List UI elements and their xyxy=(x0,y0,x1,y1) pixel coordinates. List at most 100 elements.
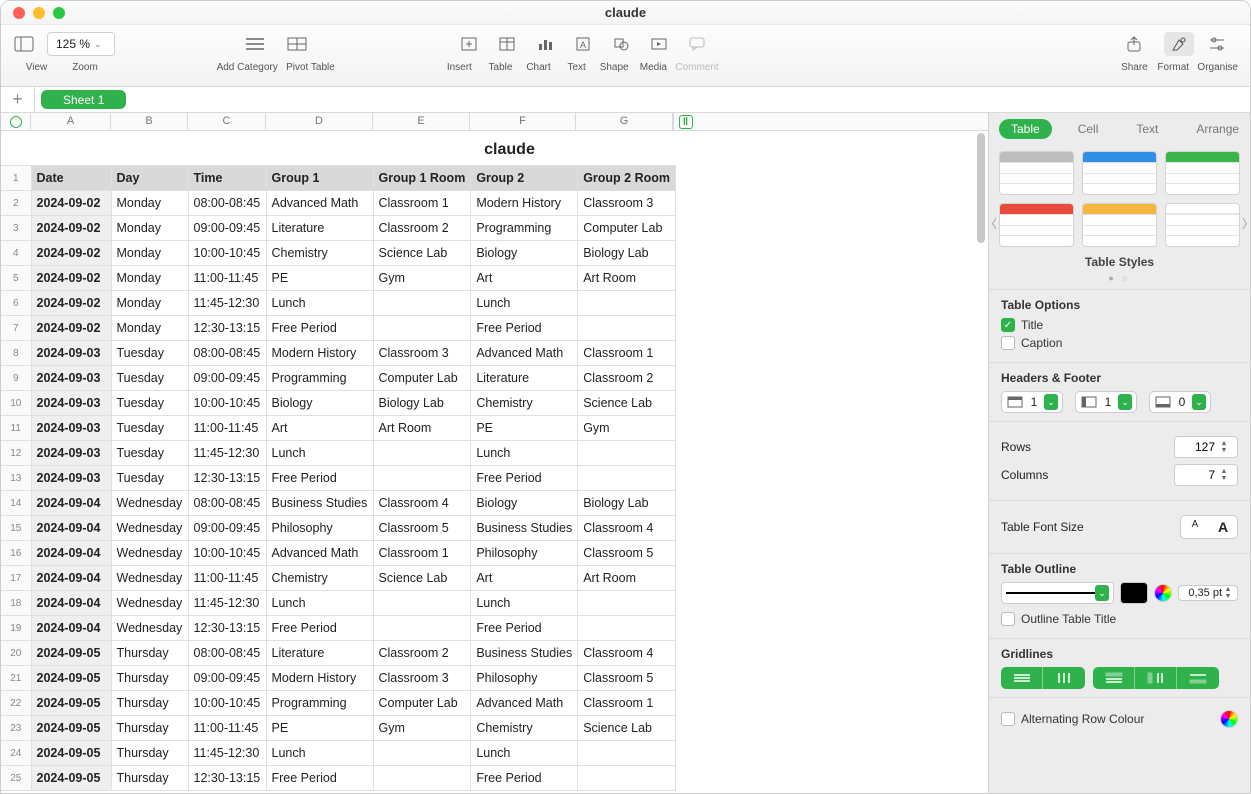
table-cell[interactable]: Art Room xyxy=(578,566,676,591)
media-button[interactable] xyxy=(644,32,674,56)
table-cell[interactable]: Lunch xyxy=(471,591,578,616)
column-header[interactable]: G xyxy=(576,113,673,130)
table-cell[interactable]: Lunch xyxy=(266,441,373,466)
table-style-blue[interactable] xyxy=(1082,151,1157,195)
row-number[interactable]: 10 xyxy=(1,391,31,416)
table-cell[interactable]: 2024-09-02 xyxy=(31,216,111,241)
table-cell[interactable]: Lunch xyxy=(471,441,578,466)
table-cell[interactable]: Classroom 4 xyxy=(578,641,676,666)
table-cell[interactable]: Classroom 4 xyxy=(578,516,676,541)
table-cell[interactable]: 2024-09-03 xyxy=(31,391,111,416)
table-cell[interactable]: 08:00-08:45 xyxy=(188,341,266,366)
table-cell[interactable]: PE xyxy=(471,416,578,441)
table-header-cell[interactable]: Day xyxy=(111,166,188,191)
table-cell[interactable]: Chemistry xyxy=(266,566,373,591)
table-cell[interactable]: Free Period xyxy=(266,316,373,341)
table-cell[interactable] xyxy=(578,466,676,491)
zoom-window[interactable] xyxy=(53,7,65,19)
row-number[interactable]: 8 xyxy=(1,341,31,366)
table-cell[interactable] xyxy=(373,766,471,791)
table-cell[interactable]: 2024-09-03 xyxy=(31,416,111,441)
table-cell[interactable]: 2024-09-03 xyxy=(31,466,111,491)
table-cell[interactable]: Classroom 1 xyxy=(578,341,676,366)
row-number[interactable]: 19 xyxy=(1,616,31,641)
table-cell[interactable]: Monday xyxy=(111,241,188,266)
table-cell[interactable]: Modern History xyxy=(266,666,373,691)
table-cell[interactable]: 2024-09-04 xyxy=(31,591,111,616)
table-cell[interactable]: 2024-09-05 xyxy=(31,641,111,666)
table-cell[interactable]: Tuesday xyxy=(111,416,188,441)
vertical-scrollbar[interactable] xyxy=(974,131,988,793)
alt-row-color-wheel[interactable] xyxy=(1220,710,1238,728)
table-header-cell[interactable]: Group 1 xyxy=(266,166,373,191)
table-cell[interactable]: Monday xyxy=(111,291,188,316)
row-number[interactable]: 11 xyxy=(1,416,31,441)
table-cell[interactable]: Science Lab xyxy=(373,566,471,591)
styles-prev[interactable]: 〈 xyxy=(988,215,997,232)
table-cell[interactable]: 09:00-09:45 xyxy=(188,216,266,241)
row-number[interactable]: 25 xyxy=(1,766,31,791)
column-header[interactable]: A xyxy=(31,113,111,130)
comment-button[interactable] xyxy=(682,32,712,56)
column-header[interactable]: B xyxy=(111,113,188,130)
table-cell[interactable]: Classroom 1 xyxy=(578,691,676,716)
table-cell[interactable]: Tuesday xyxy=(111,366,188,391)
table-cell[interactable]: Wednesday xyxy=(111,491,188,516)
table-cell[interactable]: Classroom 3 xyxy=(373,666,471,691)
table-header-cell[interactable]: Date xyxy=(31,166,111,191)
table-cell[interactable]: 2024-09-02 xyxy=(31,266,111,291)
table-cell[interactable]: Art Room xyxy=(578,266,676,291)
pivot-table-button[interactable] xyxy=(280,32,314,56)
table-header-cell[interactable]: Group 2 Room xyxy=(578,166,676,191)
table-cell[interactable]: 09:00-09:45 xyxy=(188,366,266,391)
table-style-gray[interactable] xyxy=(999,151,1074,195)
table-cell[interactable]: Biology Lab xyxy=(578,491,676,516)
table-cell[interactable]: 12:30-13:15 xyxy=(188,466,266,491)
text-button[interactable]: A xyxy=(568,32,598,56)
styles-next[interactable]: 〉 xyxy=(1242,215,1250,232)
table-cell[interactable]: Thursday xyxy=(111,716,188,741)
chart-button[interactable] xyxy=(530,32,560,56)
column-header[interactable]: D xyxy=(266,113,373,130)
styles-page-dots[interactable]: ● ○ xyxy=(999,273,1240,283)
row-number[interactable]: 21 xyxy=(1,666,31,691)
table-cell[interactable]: Science Lab xyxy=(578,391,676,416)
table-cell[interactable]: Biology xyxy=(471,241,578,266)
gridlines-header-v[interactable] xyxy=(1135,667,1177,689)
table-cell[interactable]: 11:45-12:30 xyxy=(188,441,266,466)
table-cell[interactable] xyxy=(373,591,471,616)
table-cell[interactable]: Programming xyxy=(266,691,373,716)
table-cell[interactable]: Advanced Math xyxy=(266,541,373,566)
column-header[interactable]: E xyxy=(373,113,470,130)
columns-stepper[interactable]: ▲▼ xyxy=(1174,464,1238,486)
add-column-button[interactable]: ‖ xyxy=(673,113,697,130)
table-cell[interactable]: Free Period xyxy=(471,316,578,341)
table-cell[interactable]: 2024-09-04 xyxy=(31,491,111,516)
table-cell[interactable]: Thursday xyxy=(111,641,188,666)
table-cell[interactable]: 10:00-10:45 xyxy=(188,241,266,266)
table-cell[interactable]: Lunch xyxy=(471,741,578,766)
row-number[interactable]: 13 xyxy=(1,466,31,491)
table-cell[interactable] xyxy=(578,441,676,466)
table-cell[interactable]: 2024-09-04 xyxy=(31,541,111,566)
outline-style-select[interactable]: ⌄ xyxy=(1001,582,1114,604)
inspector-tab-table[interactable]: Table xyxy=(999,119,1052,139)
table-cell[interactable]: 11:00-11:45 xyxy=(188,716,266,741)
row-number[interactable]: 15 xyxy=(1,516,31,541)
table-cell[interactable]: Free Period xyxy=(471,616,578,641)
table-cell[interactable]: Wednesday xyxy=(111,541,188,566)
table-cell[interactable]: 11:45-12:30 xyxy=(188,591,266,616)
row-number[interactable]: 24 xyxy=(1,741,31,766)
table-cell[interactable]: Art xyxy=(266,416,373,441)
table-cell[interactable]: 11:00-11:45 xyxy=(188,266,266,291)
table-cell[interactable]: Monday xyxy=(111,266,188,291)
sheet-tab[interactable]: Sheet 1 xyxy=(41,90,126,109)
table-cell[interactable] xyxy=(373,466,471,491)
row-number[interactable]: 9 xyxy=(1,366,31,391)
select-all-handle[interactable] xyxy=(1,113,31,130)
table-cell[interactable]: Computer Lab xyxy=(578,216,676,241)
table-cell[interactable]: Classroom 2 xyxy=(373,216,471,241)
table-cell[interactable]: Advanced Math xyxy=(471,341,578,366)
row-number[interactable]: 12 xyxy=(1,441,31,466)
table-cell[interactable]: Classroom 1 xyxy=(373,191,471,216)
